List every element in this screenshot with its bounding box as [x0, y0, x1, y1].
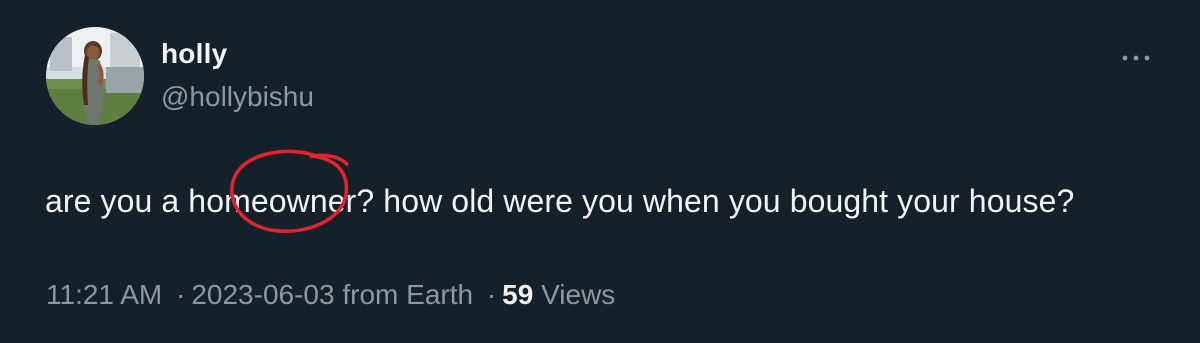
tweet-date[interactable]: 2023-06-03	[191, 279, 334, 310]
separator: ·	[486, 279, 497, 310]
tweet-source: from Earth	[342, 279, 474, 310]
avatar-photo	[46, 27, 144, 125]
views-count: 59	[502, 279, 534, 310]
tweet-text: are you a homeowner? how old were you wh…	[45, 183, 1075, 219]
views-label: Views	[541, 279, 616, 310]
author-name[interactable]: holly	[161, 38, 227, 70]
more-horizontal-icon	[1122, 55, 1150, 61]
avatar[interactable]	[46, 27, 144, 125]
more-options-button[interactable]	[1118, 44, 1154, 72]
tweet-card: holly @hollybishu are you a homeowner? h…	[0, 0, 1200, 343]
author-handle[interactable]: @hollybishu	[161, 81, 314, 113]
tweet-time[interactable]: 11:21 AM	[46, 279, 162, 310]
tweet-metadata: 11:21 AM · 2023-06-03 from Earth · 59 View…	[46, 279, 615, 311]
separator: ·	[176, 279, 186, 310]
